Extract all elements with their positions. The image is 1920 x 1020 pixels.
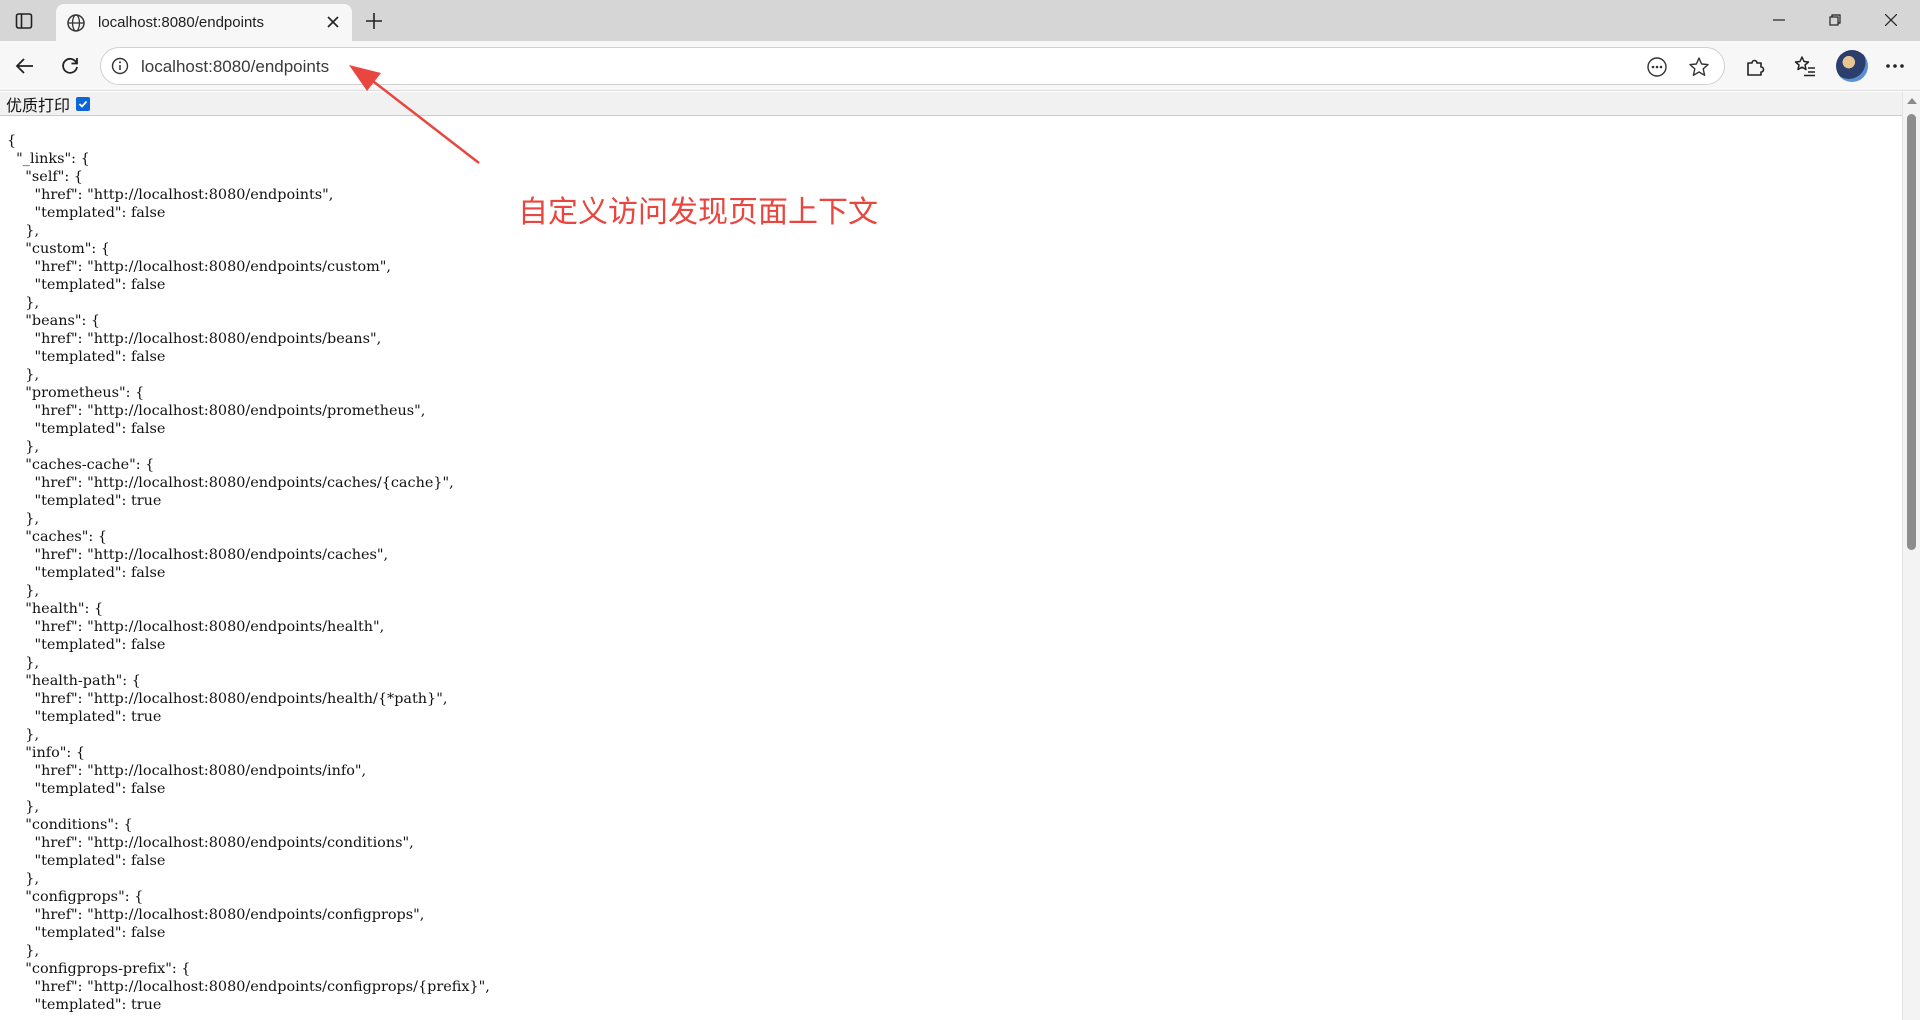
json-line: "href": "http://localhost:8080/endpoints…: [7, 691, 448, 707]
json-line: },: [7, 295, 40, 311]
more-dots-icon[interactable]: [1644, 54, 1670, 80]
star-icon[interactable]: [1686, 54, 1712, 80]
address-bar[interactable]: localhost:8080/endpoints: [100, 47, 1725, 85]
info-icon[interactable]: [110, 56, 130, 76]
json-line: "custom": {: [7, 241, 110, 257]
json-line: },: [7, 943, 40, 959]
favorites-list-icon[interactable]: [1789, 50, 1821, 82]
json-line: "configprops-prefix": {: [7, 961, 191, 977]
pretty-print-label: 优质打印: [6, 97, 71, 115]
restore-icon[interactable]: [1812, 6, 1858, 34]
vertical-scrollbar[interactable]: [1902, 92, 1920, 1020]
pretty-print-bar: 优质打印: [0, 92, 1902, 116]
globe-icon: [64, 11, 88, 35]
json-line: "templated": false: [7, 349, 166, 365]
json-line: },: [7, 871, 40, 887]
json-line: {: [7, 133, 17, 149]
tab-title: localhost:8080/endpoints: [98, 14, 264, 31]
json-line: "href": "http://localhost:8080/endpoints…: [7, 835, 414, 851]
annotation-text: 自定义访问发现页面上下文: [518, 196, 878, 229]
json-line: },: [7, 511, 40, 527]
ellipsis-icon[interactable]: [1879, 50, 1911, 82]
tab-strip: localhost:8080/endpoints: [0, 0, 1920, 41]
json-line: "href": "http://localhost:8080/endpoints…: [7, 763, 367, 779]
scrollbar-thumb[interactable]: [1907, 114, 1916, 550]
close-icon[interactable]: [322, 11, 344, 33]
json-line: "href": "http://localhost:8080/endpoints…: [7, 475, 454, 491]
scroll-up-arrow-icon[interactable]: [1907, 98, 1917, 104]
json-line: "href": "http://localhost:8080/endpoints…: [7, 187, 334, 203]
json-line: "caches-cache": {: [7, 457, 155, 473]
json-line: },: [7, 439, 40, 455]
json-line: "templated": false: [7, 565, 166, 581]
json-line: },: [7, 655, 40, 671]
json-line: "href": "http://localhost:8080/endpoints…: [7, 907, 425, 923]
page-content: 优质打印 { "_links": { "self": { "href": "ht…: [0, 92, 1902, 1020]
json-line: "conditions": {: [7, 817, 133, 833]
json-line: },: [7, 367, 40, 383]
avatar[interactable]: [1836, 50, 1868, 82]
json-line: "health": {: [7, 601, 104, 617]
active-tab[interactable]: localhost:8080/endpoints: [56, 4, 352, 41]
json-line: },: [7, 727, 40, 743]
json-line: "href": "http://localhost:8080/endpoints…: [7, 619, 385, 635]
pretty-print-checkbox[interactable]: [76, 96, 91, 111]
browser-toolbar: localhost:8080/endpoints: [0, 41, 1920, 91]
reload-icon[interactable]: [54, 50, 86, 82]
json-line: "info": {: [7, 745, 85, 761]
json-line: "self": {: [7, 169, 83, 185]
json-line: "templated": false: [7, 781, 166, 797]
url-text[interactable]: localhost:8080/endpoints: [141, 57, 329, 77]
json-line: "beans": {: [7, 313, 101, 329]
puzzle-icon[interactable]: [1739, 50, 1771, 82]
json-line: "health-path": {: [7, 673, 141, 689]
json-line: "href": "http://localhost:8080/endpoints…: [7, 979, 490, 995]
json-line: },: [7, 223, 40, 239]
minimize-icon[interactable]: [1756, 6, 1802, 34]
window-close-icon[interactable]: [1868, 6, 1914, 34]
json-line: "configprops": {: [7, 889, 144, 905]
json-line: "templated": true: [7, 709, 162, 725]
json-line: "templated": false: [7, 277, 166, 293]
json-line: "templated": true: [7, 997, 162, 1013]
json-line: "templated": false: [7, 637, 166, 653]
json-line: "href": "http://localhost:8080/endpoints…: [7, 403, 426, 419]
plus-icon[interactable]: [360, 8, 388, 34]
json-line: "href": "http://localhost:8080/endpoints…: [7, 259, 391, 275]
json-line: "prometheus": {: [7, 385, 145, 401]
json-body: { "_links": { "self": { "href": "http://…: [7, 132, 490, 1014]
json-line: "caches": {: [7, 529, 107, 545]
json-line: },: [7, 583, 40, 599]
json-line: "templated": false: [7, 925, 166, 941]
tab-actions-icon[interactable]: [10, 8, 38, 34]
json-line: "templated": false: [7, 421, 166, 437]
json-line: "_links": {: [7, 151, 90, 167]
json-line: "href": "http://localhost:8080/endpoints…: [7, 547, 389, 563]
json-line: "templated": false: [7, 205, 166, 221]
json-line: "templated": true: [7, 493, 162, 509]
json-line: },: [7, 799, 40, 815]
json-line: "href": "http://localhost:8080/endpoints…: [7, 331, 382, 347]
json-line: "templated": false: [7, 853, 166, 869]
back-arrow-icon[interactable]: [9, 50, 41, 82]
